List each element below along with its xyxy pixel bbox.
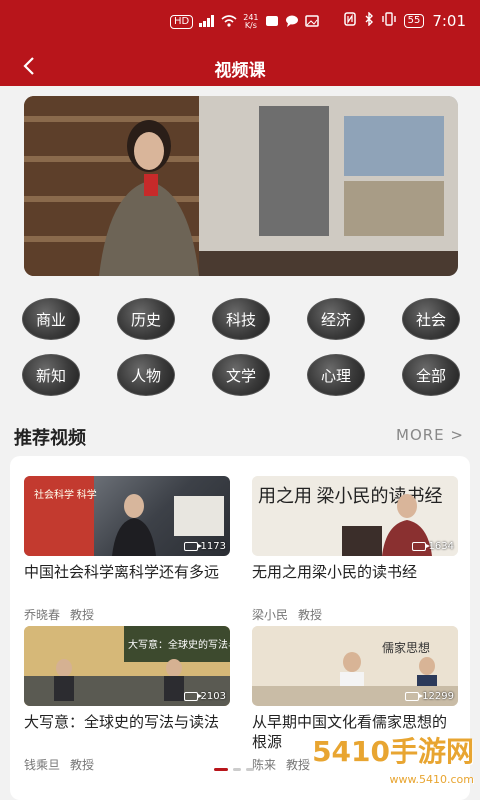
view-count-value: 1173 — [200, 541, 226, 552]
video-meta: 梁小民 教授 — [252, 606, 458, 623]
signal-icon — [199, 14, 215, 30]
video-thumbnail[interactable]: 用之用 梁小民的读书经 1634 — [252, 476, 458, 556]
category-psychology[interactable]: 心理 — [307, 354, 365, 396]
more-link[interactable]: MORE > — [396, 426, 464, 444]
speaker-name: 陈来 — [252, 758, 277, 772]
category-society[interactable]: 社会 — [402, 298, 460, 340]
video-thumbnail[interactable]: 大写意：全球史的写法与读法 2103 — [24, 626, 230, 706]
banner-image — [24, 96, 458, 276]
video-camera-icon — [183, 692, 202, 701]
category-economics[interactable]: 经济 — [307, 298, 365, 340]
section-title: 推荐视频 — [14, 428, 86, 449]
video-camera-icon — [183, 542, 202, 551]
status-right: 55 7:01 — [343, 11, 466, 30]
category-people[interactable]: 人物 — [117, 354, 175, 396]
view-count: 1634 — [411, 541, 454, 552]
watermark-logo: 5410手游网 www.5410.com — [312, 738, 474, 794]
pagination-dot-active[interactable] — [214, 768, 228, 771]
speaker-name: 钱乘旦 — [24, 758, 61, 772]
video-title[interactable]: 大写意：全球史的写法与读法 — [24, 712, 230, 752]
speaker-name: 乔晓春 — [24, 608, 61, 622]
view-count: 1173 — [183, 541, 226, 552]
video-thumbnail[interactable]: 儒家思想 12299 — [252, 626, 458, 706]
video-camera-icon — [411, 542, 430, 551]
category-literature[interactable]: 文学 — [212, 354, 270, 396]
pagination-dot[interactable] — [233, 768, 241, 771]
category-all[interactable]: 全部 — [402, 354, 460, 396]
clock: 7:01 — [432, 12, 466, 30]
network-speed: 241 K/s — [243, 14, 258, 30]
view-count-value: 12299 — [422, 691, 454, 702]
view-count: 2103 — [183, 691, 226, 702]
category-business[interactable]: 商业 — [22, 298, 80, 340]
video-title[interactable]: 中国社会科学离科学还有多远 — [24, 562, 230, 602]
bluetooth-icon — [364, 11, 374, 30]
nfc-icon — [343, 12, 356, 30]
battery-indicator: 55 — [403, 14, 425, 28]
chat-icon — [285, 15, 299, 30]
view-count: 12299 — [405, 691, 454, 702]
video-card[interactable]: 用之用 梁小民的读书经 1634 无用之用梁小民的读书经 梁小民 教授 — [252, 476, 458, 623]
notification-icon — [265, 15, 279, 30]
speaker-role: 教授 — [298, 608, 323, 622]
speaker-name: 梁小民 — [252, 608, 289, 622]
thumbnail-caption: 儒家思想 — [382, 640, 430, 655]
network-speed-unit: K/s — [244, 21, 257, 30]
view-count-value: 1634 — [428, 541, 454, 552]
category-history[interactable]: 历史 — [117, 298, 175, 340]
nav-bar: 视频课 — [0, 46, 480, 86]
hero-banner[interactable] — [24, 96, 458, 276]
speaker-role: 教授 — [286, 758, 311, 772]
status-bar: HD 241 K/s 55 7:01 — [0, 0, 480, 46]
thumbnail-caption: 社会科学 科学 — [34, 488, 97, 501]
video-thumbnail[interactable]: 社会科学 科学 1173 — [24, 476, 230, 556]
video-meta: 乔晓春 教授 — [24, 606, 230, 623]
vibrate-icon — [381, 12, 396, 30]
category-new-knowledge[interactable]: 新知 — [22, 354, 80, 396]
view-count-value: 2103 — [200, 691, 226, 702]
thumbnail-caption: 大写意：全球史的写法与读法 — [128, 638, 230, 651]
status-left: HD 241 K/s — [170, 14, 319, 30]
gallery-icon — [304, 14, 319, 30]
pagination-dot[interactable] — [246, 768, 254, 771]
page-title: 视频课 — [214, 61, 266, 81]
pagination-dots — [214, 768, 254, 771]
speaker-role: 教授 — [70, 758, 95, 772]
speaker-role: 教授 — [70, 608, 95, 622]
video-camera-icon — [405, 692, 424, 701]
video-card[interactable]: 大写意：全球史的写法与读法 2103 大写意：全球史的写法与读法 钱乘旦教授 — [24, 626, 230, 773]
video-title[interactable]: 无用之用梁小民的读书经 — [252, 562, 458, 602]
video-meta: 钱乘旦 教授 — [24, 756, 230, 773]
wifi-icon — [221, 14, 237, 30]
video-card[interactable]: 社会科学 科学 1173 中国社会科学离科学还有多远 乔晓春 教授 — [24, 476, 230, 623]
network-badge: HD — [170, 15, 194, 29]
category-technology[interactable]: 科技 — [212, 298, 270, 340]
watermark-url: www.5410.com — [389, 773, 474, 786]
watermark-text: 5410手游网 — [312, 735, 474, 768]
